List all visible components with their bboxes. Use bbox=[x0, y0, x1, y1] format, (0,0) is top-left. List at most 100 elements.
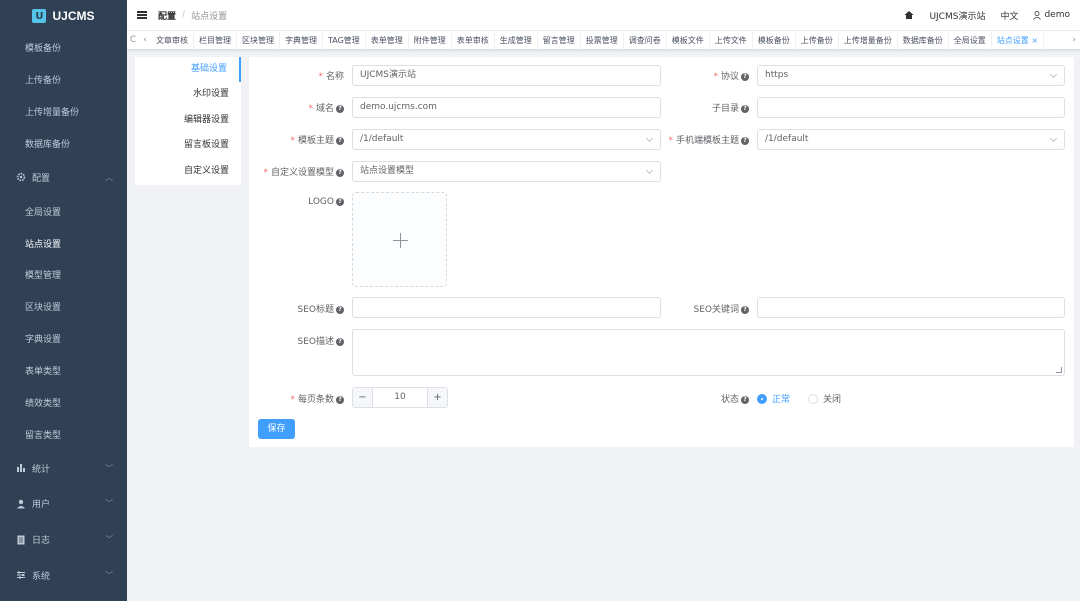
increment-button[interactable]: + bbox=[427, 388, 447, 407]
save-button[interactable]: 保存 bbox=[258, 419, 295, 439]
sidebar-group-stats[interactable]: 统计 ﹀ bbox=[0, 450, 127, 486]
seo-keywords-input[interactable] bbox=[757, 297, 1065, 318]
tab-message-management[interactable]: 留言管理 bbox=[538, 30, 581, 50]
logo[interactable]: U UJCMS bbox=[0, 0, 127, 32]
refresh-icon[interactable]: C bbox=[127, 35, 139, 45]
chevron-down-icon: ﹀ bbox=[105, 535, 113, 545]
tab-database-backup[interactable]: 数据库备份 bbox=[898, 30, 949, 50]
breadcrumb-separator: / bbox=[182, 10, 186, 20]
sidebar-item-label: 站点设置 bbox=[25, 239, 62, 250]
logo-upload[interactable] bbox=[352, 192, 447, 287]
tabs-prev-icon[interactable]: ‹ bbox=[139, 35, 151, 45]
home-icon[interactable] bbox=[904, 10, 914, 20]
form-panel: * 名称 UJCMS演示站 * 协议? https * 域名? demo.ujcms.… bbox=[249, 57, 1074, 447]
sidebar-item-database-backup[interactable]: 数据库备份 bbox=[0, 128, 127, 160]
tab-tag-management[interactable]: TAG管理 bbox=[323, 30, 366, 50]
decrement-button[interactable]: − bbox=[353, 388, 373, 407]
protocol-select[interactable]: https bbox=[757, 65, 1065, 86]
tab-channel-management[interactable]: 栏目管理 bbox=[194, 30, 237, 50]
top-header: 配置 / 站点设置 UJCMS演示站 中文 demo bbox=[127, 0, 1080, 31]
sidebar-item-upload-backup[interactable]: 上传备份 bbox=[0, 64, 127, 96]
chevron-down-icon: ﹀ bbox=[105, 499, 113, 509]
sidebar-item-form-types[interactable]: 表单类型 bbox=[0, 355, 127, 387]
tab-generate-management[interactable]: 生成管理 bbox=[495, 30, 538, 50]
site-switcher[interactable]: UJCMS演示站 bbox=[929, 9, 985, 22]
tab-template-files[interactable]: 模板文件 bbox=[667, 30, 710, 50]
sidebar-item-template-backup[interactable]: 模板备份 bbox=[0, 32, 127, 64]
protocol-label: * 协议? bbox=[713, 69, 749, 82]
sidebar-item-incremental-backup[interactable]: 上传增量备份 bbox=[0, 96, 127, 128]
name-label: * 名称 bbox=[318, 72, 344, 82]
sidebar-item-message-types[interactable]: 留言类型 bbox=[0, 418, 127, 450]
settings-nav-watermark[interactable]: 水印设置 bbox=[135, 82, 241, 107]
sidebar-item-global-settings[interactable]: 全局设置 bbox=[0, 195, 127, 227]
theme-select[interactable]: /1/default bbox=[352, 129, 661, 150]
help-icon: ? bbox=[741, 136, 749, 145]
sidebar-item-label: 绩效类型 bbox=[25, 399, 62, 410]
help-icon: ? bbox=[336, 168, 344, 177]
custom-model-select[interactable]: 站点设置模型 bbox=[352, 161, 661, 182]
tab-survey[interactable]: 调查问卷 bbox=[624, 30, 667, 50]
sidebar-group-system[interactable]: 系统 ﹀ bbox=[0, 557, 127, 593]
sidebar-item-model-management[interactable]: 模型管理 bbox=[0, 259, 127, 291]
chevron-down-icon bbox=[645, 134, 654, 143]
tab-attachment-management[interactable]: 附件管理 bbox=[409, 30, 452, 50]
chevron-up-icon: ︿ bbox=[105, 172, 113, 182]
sidebar-item-block-settings[interactable]: 区块设置 bbox=[0, 291, 127, 323]
status-radio-closed[interactable]: 关闭 bbox=[808, 392, 841, 405]
sidebar-item-label: 上传备份 bbox=[25, 76, 62, 87]
subdir-input[interactable] bbox=[757, 97, 1065, 118]
sidebar-group-label: 配置 bbox=[32, 173, 51, 184]
breadcrumb-config[interactable]: 配置 bbox=[158, 9, 176, 22]
sidebar-group-config[interactable]: 配置 ︿ bbox=[0, 160, 127, 196]
tab-article-review[interactable]: 文章审核 bbox=[151, 30, 194, 50]
domain-label: * 域名? bbox=[308, 101, 344, 114]
tab-form-management[interactable]: 表单管理 bbox=[366, 30, 409, 50]
sidebar-item-site-settings[interactable]: 站点设置 bbox=[0, 227, 127, 259]
bar-chart-icon bbox=[17, 464, 25, 473]
sidebar-item-label: 留言类型 bbox=[25, 430, 62, 441]
sidebar-item-dict-settings[interactable]: 字典设置 bbox=[0, 323, 127, 355]
tab-site-settings[interactable]: 站点设置 × bbox=[992, 30, 1045, 50]
subdir-label: 子目录? bbox=[712, 101, 749, 114]
seo-title-input[interactable] bbox=[352, 297, 661, 318]
help-icon: ? bbox=[336, 104, 344, 113]
menu-toggle-icon[interactable] bbox=[137, 11, 147, 19]
gear-icon bbox=[16, 173, 26, 182]
chevron-down-icon: ﹀ bbox=[105, 463, 113, 473]
tabs-next-icon[interactable]: › bbox=[1068, 35, 1080, 45]
sidebar: U UJCMS 模板备份 上传备份 上传增量备份 数据库备份 配置 ︿ 全局设置… bbox=[0, 0, 127, 601]
chevron-down-icon bbox=[645, 166, 654, 175]
tab-vote-management[interactable]: 投票管理 bbox=[581, 30, 624, 50]
status-radio-normal[interactable]: 正常 bbox=[757, 392, 790, 405]
tab-form-review[interactable]: 表单审核 bbox=[452, 30, 495, 50]
sidebar-item-performance-types[interactable]: 绩效类型 bbox=[0, 387, 127, 419]
header-actions: UJCMS演示站 中文 demo bbox=[904, 9, 1070, 22]
language-switcher[interactable]: 中文 bbox=[1000, 9, 1018, 22]
settings-nav-basic[interactable]: 基础设置 bbox=[135, 57, 241, 83]
tab-global-settings[interactable]: 全局设置 bbox=[949, 30, 992, 50]
settings-nav-editor[interactable]: 编辑器设置 bbox=[135, 108, 241, 133]
settings-nav-message-board[interactable]: 留言板设置 bbox=[135, 133, 241, 158]
tab-list: 文章审核 栏目管理 区块管理 字典管理 TAG管理 表单管理 附件管理 表单审核… bbox=[151, 30, 1068, 50]
tab-template-backup[interactable]: 模板备份 bbox=[753, 30, 796, 50]
tab-block-management[interactable]: 区块管理 bbox=[237, 30, 280, 50]
page-size-value[interactable]: 10 bbox=[373, 388, 427, 407]
domain-input[interactable]: demo.ujcms.com bbox=[352, 97, 661, 118]
tab-upload-files[interactable]: 上传文件 bbox=[710, 30, 753, 50]
sidebar-group-users[interactable]: 用户 ﹀ bbox=[0, 486, 127, 522]
tab-dict-management[interactable]: 字典管理 bbox=[280, 30, 323, 50]
tab-incremental-backup[interactable]: 上传增量备份 bbox=[839, 30, 898, 50]
mobile-theme-select[interactable]: /1/default bbox=[757, 129, 1065, 150]
sidebar-item-label: 区块设置 bbox=[25, 303, 62, 314]
settings-nav-custom[interactable]: 自定义设置 bbox=[135, 159, 241, 184]
seo-description-textarea[interactable] bbox=[352, 329, 1065, 376]
resize-handle[interactable] bbox=[1056, 367, 1062, 373]
user-menu[interactable]: demo bbox=[1033, 10, 1070, 20]
tab-upload-backup[interactable]: 上传备份 bbox=[796, 30, 839, 50]
sidebar-group-label: 系统 bbox=[32, 571, 51, 582]
sidebar-group-logs[interactable]: 日志 ﹀ bbox=[0, 522, 127, 558]
plus-icon-vertical bbox=[400, 233, 401, 248]
help-icon: ? bbox=[741, 395, 749, 404]
name-input[interactable]: UJCMS演示站 bbox=[352, 65, 661, 86]
